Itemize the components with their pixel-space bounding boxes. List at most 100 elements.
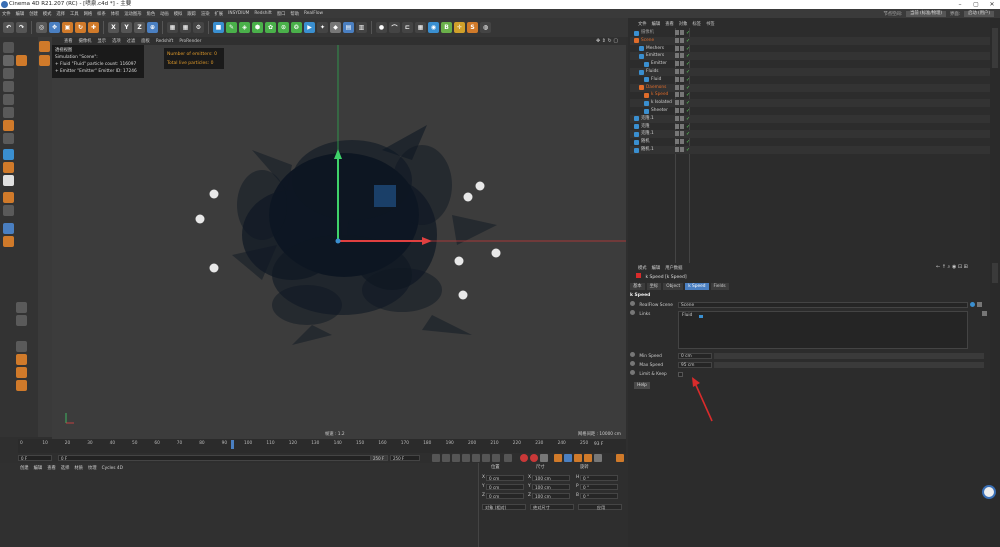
max-speed-field[interactable]: 95 cm [678, 362, 712, 368]
rotation-field[interactable]: 0 ° [580, 493, 618, 499]
record-icon[interactable] [520, 454, 528, 462]
size-field[interactable]: 100 cm [532, 475, 570, 481]
cube-icon[interactable]: ■ [213, 22, 224, 33]
position-field[interactable]: 0 cm [486, 493, 524, 499]
attribute-menu-item[interactable]: 模式 [638, 265, 647, 271]
points-mode-icon[interactable] [3, 94, 14, 105]
links-item[interactable]: Fluid [682, 312, 692, 320]
play-icon[interactable] [462, 454, 470, 462]
links-menu-icon[interactable] [982, 311, 987, 316]
viewport-menu-item[interactable]: 查看 [64, 38, 73, 44]
size-mode-dropdown[interactable]: 绝对尺寸 [530, 504, 574, 510]
menu-item[interactable]: RealFlow [304, 11, 323, 16]
viewport-menu-item[interactable]: Redshift [156, 39, 173, 44]
enabled-check-icon[interactable]: ✓ [686, 91, 690, 99]
menu-item[interactable]: 跟踪 [187, 11, 196, 17]
loop-icon[interactable] [504, 454, 512, 462]
range-slider[interactable]: 0 F [58, 455, 388, 461]
menu-item[interactable]: 渲染 [201, 11, 210, 17]
z-axis-button[interactable]: Z [134, 22, 145, 33]
enabled-check-icon[interactable]: ✓ [686, 99, 690, 107]
object-icon[interactable] [39, 55, 50, 66]
dots2-icon[interactable] [16, 315, 27, 326]
menu-item[interactable]: 角色 [147, 11, 156, 17]
enabled-check-icon[interactable]: ✓ [686, 115, 690, 123]
move-icon[interactable]: ✥ [49, 22, 60, 33]
undo-icon[interactable]: ↶ [3, 22, 14, 33]
material-menu-item[interactable]: 编辑 [34, 465, 43, 471]
object-row[interactable]: 克隆.1 ✓ [630, 130, 990, 139]
menu-item[interactable]: 网格 [84, 11, 93, 17]
enabled-check-icon[interactable]: ✓ [686, 107, 690, 115]
min-speed-field[interactable]: 0 cm [678, 353, 712, 359]
object-row[interactable]: Emitter ✓ [630, 60, 990, 68]
menu-item[interactable]: 样条 [97, 11, 106, 17]
viewport-nav-icons[interactable]: ✥ ⇕ ↻ ▢ [596, 38, 618, 44]
key-rotation-icon[interactable] [574, 454, 582, 462]
object-row[interactable]: k Isolated ✓ [630, 99, 990, 108]
redo-icon[interactable]: ↷ [16, 22, 27, 33]
object-menu-item[interactable]: 文件 [638, 21, 647, 27]
side-tab-attributes[interactable] [992, 263, 998, 283]
object-row[interactable]: Emitters ✓ [630, 52, 990, 61]
array-icon[interactable]: ⬢ [252, 22, 263, 33]
viewport-3d[interactable] [52, 45, 626, 439]
realflow-scene-field[interactable]: Scene [678, 302, 968, 308]
anim-dot-icon[interactable] [630, 352, 635, 357]
home-icon[interactable] [16, 55, 27, 66]
attribute-tab[interactable]: Object [663, 283, 684, 290]
object-row[interactable]: Fluids ✓ [630, 68, 990, 76]
coord-system-icon[interactable]: ⊕ [147, 22, 158, 33]
enabled-check-icon[interactable]: ✓ [686, 84, 690, 92]
film-icon[interactable]: ▥ [356, 22, 367, 33]
attribute-tab[interactable]: 坐标 [646, 283, 662, 290]
s-plugin-button[interactable]: S [467, 22, 478, 33]
menu-item[interactable]: 模式 [43, 11, 52, 17]
polygons-mode-icon[interactable] [3, 120, 14, 131]
attribute-tab[interactable]: k Speed [685, 283, 709, 290]
menu-item[interactable]: 窗口 [277, 11, 286, 17]
rotation-field[interactable]: 0 ° [580, 484, 618, 490]
material-menu-item[interactable]: 纹理 [88, 465, 97, 471]
playhead[interactable] [231, 440, 234, 449]
realflow-icon[interactable]: ◉ [428, 22, 439, 33]
next-frame-icon[interactable] [472, 454, 480, 462]
subdivision-icon[interactable]: ◈ [239, 22, 250, 33]
auto-key-icon[interactable] [530, 454, 538, 462]
object-row[interactable]: Sheeter ✓ [630, 107, 990, 115]
snap-icon[interactable] [3, 223, 14, 234]
attribute-nav-icons[interactable]: ← ↑ ⌕ ◉ ⊡ ⊞ [936, 264, 968, 270]
menu-item[interactable]: 体积 [111, 11, 120, 17]
menu-item[interactable]: 动画 [160, 11, 169, 17]
prev-key-icon[interactable] [442, 454, 450, 462]
attribute-tab[interactable]: Fields [710, 283, 729, 290]
scale-icon[interactable]: ▣ [62, 22, 73, 33]
anim-dot-icon[interactable] [630, 310, 635, 315]
tag-icon[interactable]: ◆ [330, 22, 341, 33]
enabled-check-icon[interactable]: ✓ [686, 52, 690, 60]
key-scale-icon[interactable] [564, 454, 572, 462]
bracket-icon[interactable]: ⊏ [402, 22, 413, 33]
layout-icon[interactable]: ▤ [343, 22, 354, 33]
min-speed-slider[interactable] [714, 353, 984, 359]
enabled-check-icon[interactable]: ✓ [686, 68, 690, 76]
spline-icon[interactable]: ⌒ [389, 22, 400, 33]
paint-icon[interactable] [3, 192, 14, 203]
object-row[interactable]: 摄像机 ✓ [630, 29, 990, 37]
edges-mode-icon[interactable] [3, 107, 14, 118]
viewport-menu-item[interactable]: 选项 [112, 38, 121, 44]
layout-dropdown[interactable]: 启动 (用户) [964, 10, 994, 17]
menu-item[interactable]: 选择 [56, 11, 65, 17]
object-menu-item[interactable]: 查看 [665, 21, 674, 27]
deformer-icon[interactable]: ✿ [265, 22, 276, 33]
grid-icon[interactable]: ▦ [415, 22, 426, 33]
menu-item[interactable]: 扩展 [215, 11, 224, 17]
material-menu-item[interactable]: 选择 [61, 465, 70, 471]
gear-icon[interactable] [3, 236, 14, 247]
menu-item[interactable]: 创建 [29, 11, 38, 17]
close-button[interactable]: ✕ [984, 0, 1000, 9]
object-row[interactable]: Fluid ✓ [630, 76, 990, 84]
next-key-icon[interactable] [482, 454, 490, 462]
links-list[interactable]: Fluid [678, 311, 968, 349]
object-row[interactable]: 随机.1 ✓ [630, 146, 990, 154]
